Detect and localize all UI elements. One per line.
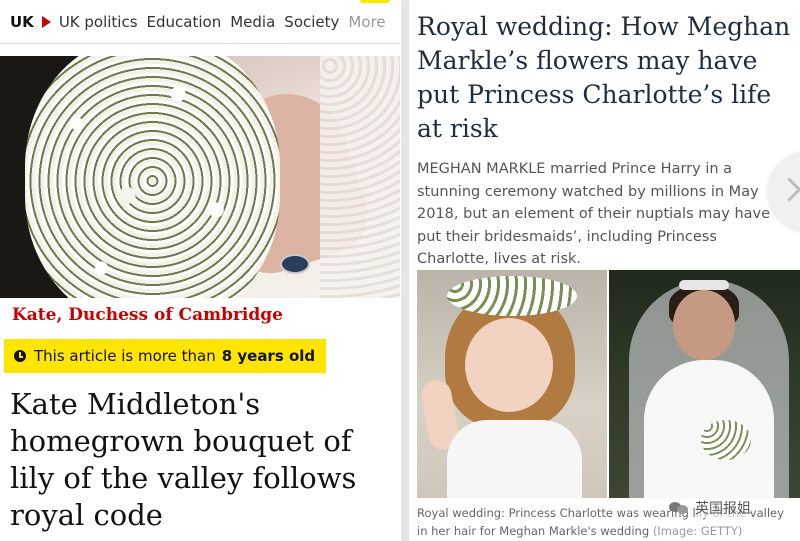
nav-link-society[interactable]: Society	[284, 13, 339, 31]
article-kicker[interactable]: Kate, Duchess of Cambridge	[12, 305, 283, 325]
watermark-text: 英国报姐	[695, 498, 751, 518]
notice-age: 8 years old	[221, 347, 316, 365]
clock-icon	[14, 350, 26, 362]
chevron-right-icon	[777, 177, 800, 202]
nav-link-education[interactable]: Education	[147, 13, 222, 31]
panel-divider	[401, 0, 409, 541]
nav-highlight-bar	[360, 0, 390, 3]
meghan-photo	[609, 270, 800, 498]
article-lead: MEGHAN MARKLE married Prince Harry in a …	[417, 158, 777, 271]
bouquet-photo: i	[0, 56, 400, 298]
bridal-bouquet	[701, 420, 751, 460]
caption-credit: (Image: GETTY)	[652, 524, 743, 538]
wechat-icon	[669, 500, 689, 516]
watermark: 英国报姐	[669, 497, 751, 519]
nav-arrow-icon	[41, 15, 51, 28]
left-article-screenshot: UK UK politics Education Media Society M…	[0, 0, 400, 541]
notice-prefix: This article is more than	[34, 347, 216, 365]
lace-sleeve	[320, 56, 400, 298]
lily-bouquet	[25, 56, 280, 298]
section-nav: UK UK politics Education Media Society M…	[0, 0, 400, 44]
nav-link-media[interactable]: Media	[230, 13, 275, 31]
bride-face	[673, 290, 735, 360]
nav-link-more[interactable]: More	[348, 13, 385, 31]
nav-section-uk[interactable]: UK	[10, 13, 34, 31]
child-face	[465, 318, 553, 412]
child-dress	[447, 420, 582, 498]
article-title: Royal wedding: How Meghan Markle’s flowe…	[417, 12, 791, 143]
nav-link-uk-politics[interactable]: UK politics	[59, 13, 138, 31]
engagement-ring	[280, 254, 310, 274]
flower-wreath	[447, 276, 577, 316]
article-age-notice: This article is more than 8 years old	[4, 339, 326, 373]
charlotte-photo	[417, 270, 607, 498]
article-headline: Kate Middleton's homegrown bouquet of li…	[10, 387, 357, 532]
right-article-screenshot: Royal wedding: How Meghan Markle’s flowe…	[409, 0, 800, 541]
tiara	[679, 280, 729, 290]
lead-name: MEGHAN MARKLE	[417, 161, 546, 177]
